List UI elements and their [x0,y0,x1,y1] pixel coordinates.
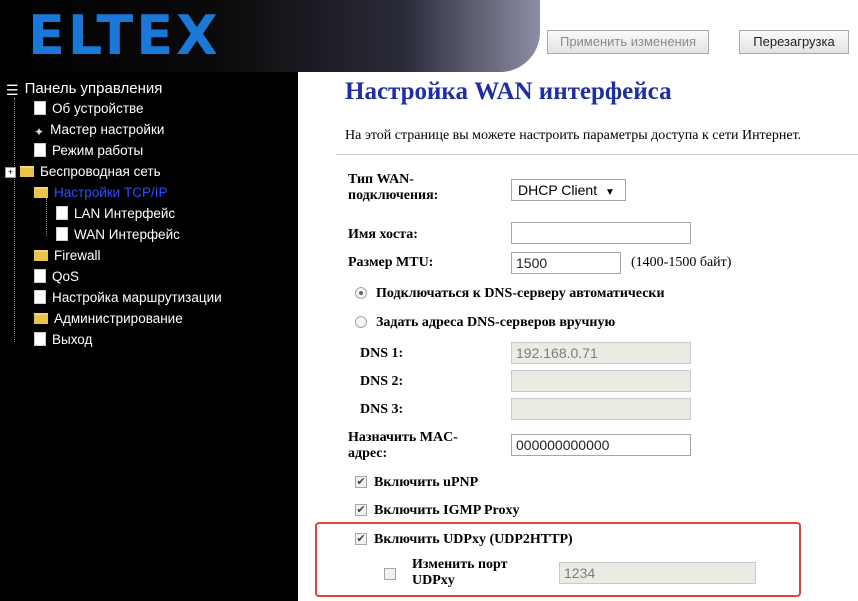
reboot-button[interactable]: Перезагрузка [739,30,849,54]
page-title: Настройка WAN интерфейса [345,78,672,105]
mtu-input[interactable] [511,252,621,274]
sidebar-item-label: Мастер настройки [50,122,165,137]
dropdown-arrow-icon: ▼ [605,187,615,198]
udpxy-port-label: Изменить порт UDPxy [412,557,508,589]
udpxy-port-checkbox[interactable] [384,568,396,580]
sidebar-item-wireless[interactable]: + Беспроводная сеть [5,163,161,181]
sidebar-item-label: LAN Интерфейс [74,206,176,221]
expand-icon[interactable]: + [5,167,16,178]
sidebar-item-admin[interactable]: Администрирование [34,310,183,328]
udpxy-checkbox[interactable] [355,533,367,545]
sidebar-item-tcpip[interactable]: Настройки TCP/IP [34,184,167,202]
document-icon [34,143,46,157]
udpxy-label: Включить UDPxy (UDP2HTTP) [374,532,573,547]
udpxy-port-label-line1: Изменить порт [412,557,508,572]
header: ELTEX Применить изменения Перезагрузка [0,0,858,72]
sidebar-root[interactable]: ☰ Панель управления [6,80,162,99]
mac-input[interactable] [511,434,691,456]
sidebar-item-logout[interactable]: Выход [34,331,92,349]
logo-banner: ELTEX [0,0,540,72]
mtu-range-note: (1400-1500 байт) [631,255,732,270]
wan-type-label: Тип WAN- подключения: [348,172,438,204]
wan-type-value: DHCP Client [518,182,598,198]
dns-manual-radio[interactable] [355,316,367,328]
dns3-input[interactable] [511,398,691,420]
sidebar-item-label: Настройка маршрутизации [52,290,222,305]
page-description: На этой странице вы можете настроить пар… [345,128,802,143]
dns-auto-radio[interactable] [355,287,367,299]
dns-manual-label: Задать адреса DNS-серверов вручную [376,315,616,330]
sidebar-item-wan[interactable]: WAN Интерфейс [56,226,180,244]
dns1-input[interactable] [511,342,691,364]
wan-type-label-line2: подключения: [348,188,439,203]
sidebar-item-wizard[interactable]: ✦ Мастер настройки [34,121,164,141]
sidebar-item-label: WAN Интерфейс [74,227,180,242]
folder-open-icon [34,187,48,198]
sidebar-item-label: Firewall [54,248,101,263]
main-content: Настройка WAN интерфейса На этой страниц… [298,72,858,601]
tree-line [14,98,15,342]
mac-label: Назначить MAC- адрес: [348,430,458,462]
dns2-input[interactable] [511,370,691,392]
wan-type-select[interactable]: DHCP Client ▼ [511,179,626,201]
udpxy-port-label-line2: UDPxy [412,573,455,588]
folder-icon [34,313,48,324]
mac-label-line1: Назначить MAC- [348,430,458,445]
wand-icon: ✦ [34,125,45,139]
document-icon [34,101,46,115]
sidebar-item-label: Режим работы [52,143,144,158]
document-icon [56,227,68,241]
folder-icon [20,166,34,177]
sidebar-item-label: Об устройстве [52,101,144,116]
upnp-label: Включить uPNP [374,475,479,490]
sidebar-item-label: QoS [52,269,80,284]
dns-auto-label: Подключаться к DNS-серверу автоматически [376,286,665,301]
apply-changes-button[interactable]: Применить изменения [547,30,709,54]
mac-label-line2: адрес: [348,446,388,461]
document-icon [34,332,46,346]
sidebar-root-label: Панель управления [24,80,163,97]
dns2-label: DNS 2: [360,374,404,389]
wan-type-label-line1: Тип WAN- [348,172,414,187]
upnp-checkbox[interactable] [355,476,367,488]
document-icon [56,206,68,220]
tree-line [46,198,47,236]
sidebar: ☰ Панель управления Об устройстве ✦ Мастер… [0,72,298,601]
sidebar-item-firewall[interactable]: Firewall [34,247,101,265]
dns3-label: DNS 3: [360,402,404,417]
sidebar-item-qos[interactable]: QoS [34,268,79,286]
hostname-label: Имя хоста: [348,227,418,242]
sidebar-item-routing[interactable]: Настройка маршрутизации [34,289,222,307]
sidebar-item-lan[interactable]: LAN Интерфейс [56,205,175,223]
document-icon [34,290,46,304]
sidebar-item-label: Выход [52,332,93,347]
sidebar-item-about[interactable]: Об устройстве [34,100,144,118]
divider [336,154,858,155]
udpxy-port-input[interactable] [559,562,756,584]
mtu-label: Размер MTU: [348,255,434,270]
igmp-proxy-checkbox[interactable] [355,504,367,516]
document-icon [34,269,46,283]
sidebar-item-mode[interactable]: Режим работы [34,142,143,160]
sidebar-item-label: Беспроводная сеть [40,164,161,179]
hostname-input[interactable] [511,222,691,244]
control-panel-icon: ☰ [6,82,19,98]
sidebar-item-label: Настройки TCP/IP [54,185,168,200]
igmp-proxy-label: Включить IGMP Proxy [374,503,520,518]
eltex-logo: ELTEX [28,4,221,67]
folder-icon [34,250,48,261]
dns1-label: DNS 1: [360,346,404,361]
sidebar-item-label: Администрирование [54,311,183,326]
